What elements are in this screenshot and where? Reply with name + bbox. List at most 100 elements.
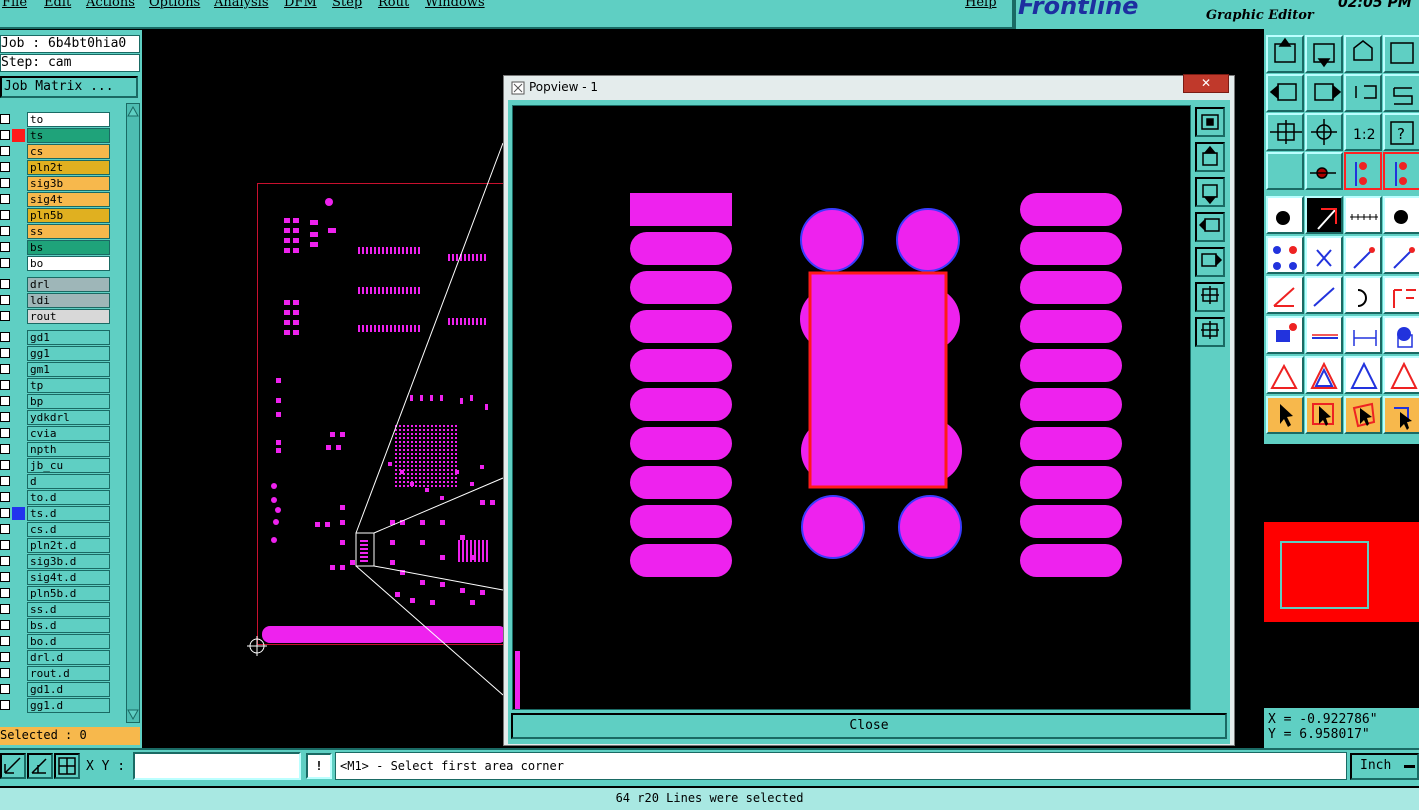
board-pad	[484, 254, 486, 261]
board-pad	[276, 412, 281, 417]
board-pad	[447, 445, 449, 447]
left-pad	[630, 388, 732, 421]
board-pad	[284, 320, 290, 325]
board-pad	[443, 465, 445, 467]
board-pad	[431, 457, 433, 459]
board-pad	[431, 433, 433, 435]
board-pad	[427, 453, 429, 455]
board-pad	[447, 473, 449, 475]
board-pad	[390, 560, 395, 565]
board-pad	[455, 425, 457, 427]
board-pad	[394, 325, 396, 332]
board-pad	[423, 433, 425, 435]
board-pad	[415, 481, 417, 483]
board-pad	[455, 485, 457, 487]
board-pad	[411, 473, 413, 475]
right-pad	[1020, 427, 1122, 460]
board-pad	[382, 325, 384, 332]
board-pad	[414, 325, 416, 332]
board-pad	[293, 330, 299, 335]
board-pad	[398, 325, 400, 332]
command-prompt: <M1> - Select first area corner	[335, 752, 1347, 780]
board-pad	[423, 465, 425, 467]
board-pad	[284, 300, 290, 305]
board-pad	[340, 520, 345, 525]
board-pad	[451, 453, 453, 455]
board-pad	[399, 453, 401, 455]
board-pad	[394, 247, 396, 254]
right-pad	[1020, 232, 1122, 265]
board-pad	[460, 535, 465, 540]
left-pad	[630, 271, 732, 304]
coord-y: Y = 6.958017"	[1268, 727, 1370, 742]
right-pad	[1020, 349, 1122, 382]
close-button[interactable]: Close	[511, 713, 1227, 739]
board-pad	[423, 453, 425, 455]
board-pad	[293, 228, 299, 233]
board-pad	[452, 254, 454, 261]
board-pad	[407, 465, 409, 467]
board-pad	[382, 247, 384, 254]
xy-label: X Y :	[86, 759, 126, 774]
board-pad	[403, 485, 405, 487]
board-pad	[399, 457, 401, 459]
status-bar: 64 r20 Lines were selected	[0, 788, 1419, 810]
board-pad	[443, 473, 445, 475]
board-pad	[378, 247, 380, 254]
board-pad	[470, 540, 472, 562]
board-pad	[423, 485, 425, 487]
board-pad	[447, 461, 449, 463]
board-pad	[431, 477, 433, 479]
board-pad	[390, 287, 392, 294]
board-pad	[419, 445, 421, 447]
board-pad	[472, 318, 474, 325]
overview-viewport[interactable]	[1280, 541, 1369, 609]
board-pad	[360, 552, 368, 554]
board-pad	[360, 544, 368, 546]
board-pad	[455, 449, 457, 451]
board-pad	[420, 520, 425, 525]
board-pad	[419, 469, 421, 471]
board-pad	[419, 437, 421, 439]
board-via	[275, 507, 281, 513]
zoomed-footprint	[515, 193, 1122, 709]
board-pad	[451, 481, 453, 483]
board-pad	[390, 247, 392, 254]
board-pad	[419, 453, 421, 455]
board-pad	[439, 473, 441, 475]
board-pad	[403, 429, 405, 431]
board-pad	[366, 325, 368, 332]
board-pad	[395, 441, 397, 443]
board-pad	[447, 465, 449, 467]
board-pad	[464, 254, 466, 261]
board-pad	[276, 440, 281, 445]
board-pad	[443, 481, 445, 483]
board-pad	[431, 425, 433, 427]
board-pad	[480, 500, 485, 505]
board-pad	[399, 481, 401, 483]
board-pad	[399, 485, 401, 487]
right-pad	[1020, 271, 1122, 304]
board-pad	[440, 582, 445, 587]
board-pad	[431, 469, 433, 471]
board-pad	[427, 465, 429, 467]
board-pad	[490, 500, 495, 505]
board-pad	[407, 445, 409, 447]
popview-close-x-button[interactable]: ✕	[1183, 74, 1229, 93]
board-pad	[470, 600, 475, 605]
board-pad	[419, 473, 421, 475]
execute-button[interactable]: !	[306, 753, 332, 779]
board-pad	[439, 425, 441, 427]
popview-canvas[interactable]	[512, 105, 1191, 710]
xy-input[interactable]	[133, 752, 301, 780]
board-pad	[336, 445, 341, 450]
board-pad	[431, 437, 433, 439]
board-pad	[419, 481, 421, 483]
board-pad	[415, 469, 417, 471]
popview-icon-glyphs	[1199, 114, 1223, 339]
unit-dropdown-icon	[1404, 765, 1415, 768]
board-pad	[451, 429, 453, 431]
board-pad	[411, 441, 413, 443]
board-pad	[423, 457, 425, 459]
board-pad	[410, 325, 412, 332]
